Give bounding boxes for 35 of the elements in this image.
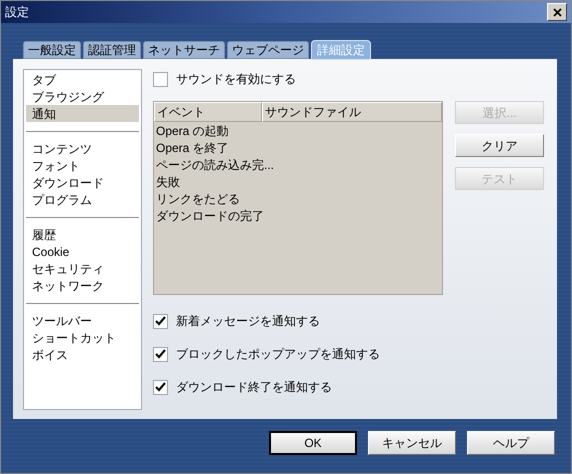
event-row[interactable]: 失敗 [154, 173, 182, 190]
category-item[interactable]: ブラウジング [26, 88, 139, 105]
checkbox-label: ブロックしたポップアップを通知する [176, 346, 380, 363]
tab[interactable]: 一般設定 [23, 41, 81, 59]
list-action-button[interactable]: クリア [455, 134, 544, 157]
category-item[interactable]: コンテンツ [26, 140, 139, 157]
category-item[interactable]: Cookie [26, 243, 139, 260]
tab[interactable]: ウェブページ [227, 41, 309, 59]
event-row[interactable]: Opera の起動 [154, 122, 231, 139]
category-item[interactable]: フォント [26, 157, 139, 174]
event-row[interactable]: リンクをたどる [154, 190, 242, 207]
category-item[interactable]: ダウンロード [26, 174, 139, 191]
checkbox-label: サウンドを有効にする [176, 71, 296, 88]
tab[interactable]: 認証管理 [83, 41, 141, 59]
event-row[interactable]: Opera を終了 [154, 139, 231, 156]
tab[interactable]: ネットサーチ [143, 41, 225, 59]
category-item[interactable]: ボイス [26, 346, 139, 363]
dialog-button[interactable]: OK [269, 431, 357, 455]
event-row[interactable]: ページの読み込み完... [154, 156, 276, 173]
column-header[interactable]: イベント [154, 102, 262, 122]
category-item[interactable]: タブ [26, 71, 139, 88]
category-item[interactable]: 履歴 [26, 226, 139, 243]
category-item[interactable]: ネットワーク [26, 277, 139, 294]
category-item[interactable]: セキュリティ [26, 260, 139, 277]
window-title: 設定 [5, 4, 29, 21]
column-header[interactable]: サウンドファイル [262, 102, 442, 122]
checkbox-label: 新着メッセージを通知する [176, 313, 320, 330]
category-item[interactable]: ツールバー [26, 312, 139, 329]
event-row[interactable]: ダウンロードの完了 [154, 207, 266, 224]
category-item[interactable]: 通知 [26, 105, 139, 122]
category-item[interactable]: プログラム [26, 191, 139, 208]
category-item[interactable]: ショートカット [26, 329, 139, 346]
checkbox-label: ダウンロード終了を通知する [176, 379, 332, 396]
dialog-button[interactable]: キャンセル [368, 431, 456, 455]
dialog-button[interactable]: ヘルプ [467, 431, 555, 455]
